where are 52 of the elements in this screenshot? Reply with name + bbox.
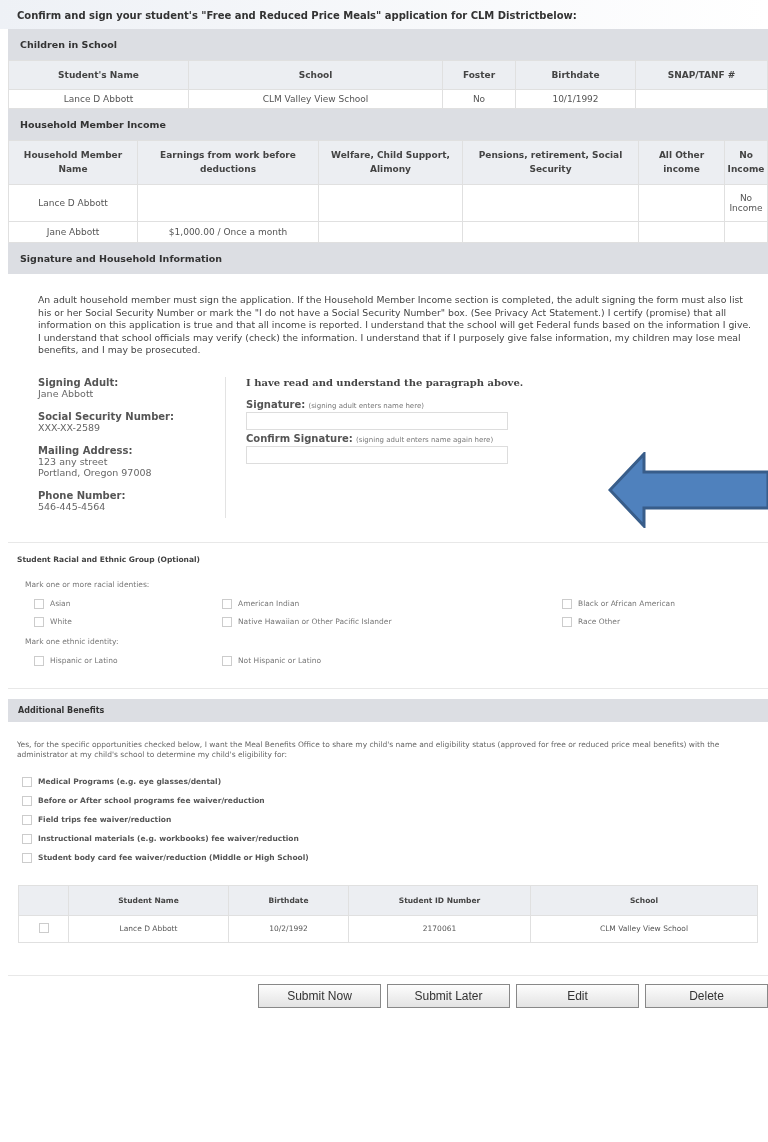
arrow-icon (608, 452, 768, 528)
action-button[interactable]: Submit Later (387, 983, 510, 1008)
column-header: Earnings from work before deductions (137, 140, 319, 185)
checkbox[interactable] (562, 616, 572, 627)
column-header: Student's Name (8, 60, 189, 90)
signature-field[interactable] (246, 445, 508, 464)
column-header: Pensions, retirement, Social Security (462, 140, 639, 185)
checkbox[interactable] (222, 655, 232, 666)
checkbox[interactable] (222, 616, 232, 627)
checkbox[interactable] (22, 852, 32, 863)
detail-value: Portland, Oregon 97008 (38, 466, 153, 478)
column-header: SNAP/TANF # (635, 60, 768, 90)
section-header: Household Member Income (8, 109, 768, 140)
checkbox[interactable] (22, 776, 32, 787)
table-cell: Lance D Abbott (8, 184, 138, 222)
checkbox[interactable] (222, 598, 232, 609)
checkbox[interactable] (22, 833, 32, 844)
field-label: Signature: (246, 398, 306, 410)
checkbox[interactable] (562, 598, 572, 609)
detail-value: XXX-XX-2589 (38, 421, 101, 433)
column-header: No Income (724, 140, 768, 185)
certification-paragraph: An adult household member must sign the application. If the Household Member Income section is completed, the adult signing the form must also list his or her Social Security Number or mark the "I do not have a Social Security Number" box. (See Privacy Act Statement.) I certify (promise) that all information on this application is true and that all income is reported. I understand that the school will get Federal funds based on the information I give. I understand that school officials may verify (check) the information. I understand that if I purposely give false information, my children may lose meal benefits, and I may be prosecuted. (38, 294, 752, 357)
column-header: Birthdate (515, 60, 636, 90)
checkbox[interactable] (34, 655, 44, 666)
column-header: Household Member Name (8, 140, 138, 185)
detail-label: Social Security Number: (38, 410, 176, 422)
detail-label: Phone Number: (38, 489, 127, 501)
section-header: Children in School (8, 29, 768, 60)
column-header: All Other income (638, 140, 725, 185)
checkbox[interactable] (34, 616, 44, 627)
detail-label: Mailing Address: (38, 444, 134, 456)
column-header: Welfare, Child Support, Alimony (318, 140, 463, 185)
detail-label: Signing Adult: (38, 376, 120, 388)
table-cell: Jane Abbott (8, 221, 138, 243)
action-button[interactable]: Submit Now (258, 983, 381, 1008)
detail-value: 546-445-4564 (38, 500, 107, 512)
detail-value: Jane Abbott (38, 387, 95, 399)
detail-value: 123 any street (38, 455, 109, 467)
action-button[interactable]: Edit (516, 983, 639, 1008)
checkbox[interactable] (22, 795, 32, 806)
field-label: Confirm Signature: (246, 432, 353, 444)
signature-field[interactable] (246, 411, 508, 430)
column-header: School (188, 60, 443, 90)
row-checkbox[interactable] (38, 922, 49, 933)
section-header: Signature and Household Information (8, 243, 768, 274)
action-button[interactable]: Delete (645, 983, 768, 1008)
confirm-text: I have read and understand the paragraph above. (246, 376, 524, 388)
checkbox[interactable] (22, 814, 32, 825)
table-cell: No Income (724, 184, 768, 222)
checkbox[interactable] (34, 598, 44, 609)
section-header: Additional Benefits (8, 698, 768, 722)
column-header: Foster (442, 60, 516, 90)
